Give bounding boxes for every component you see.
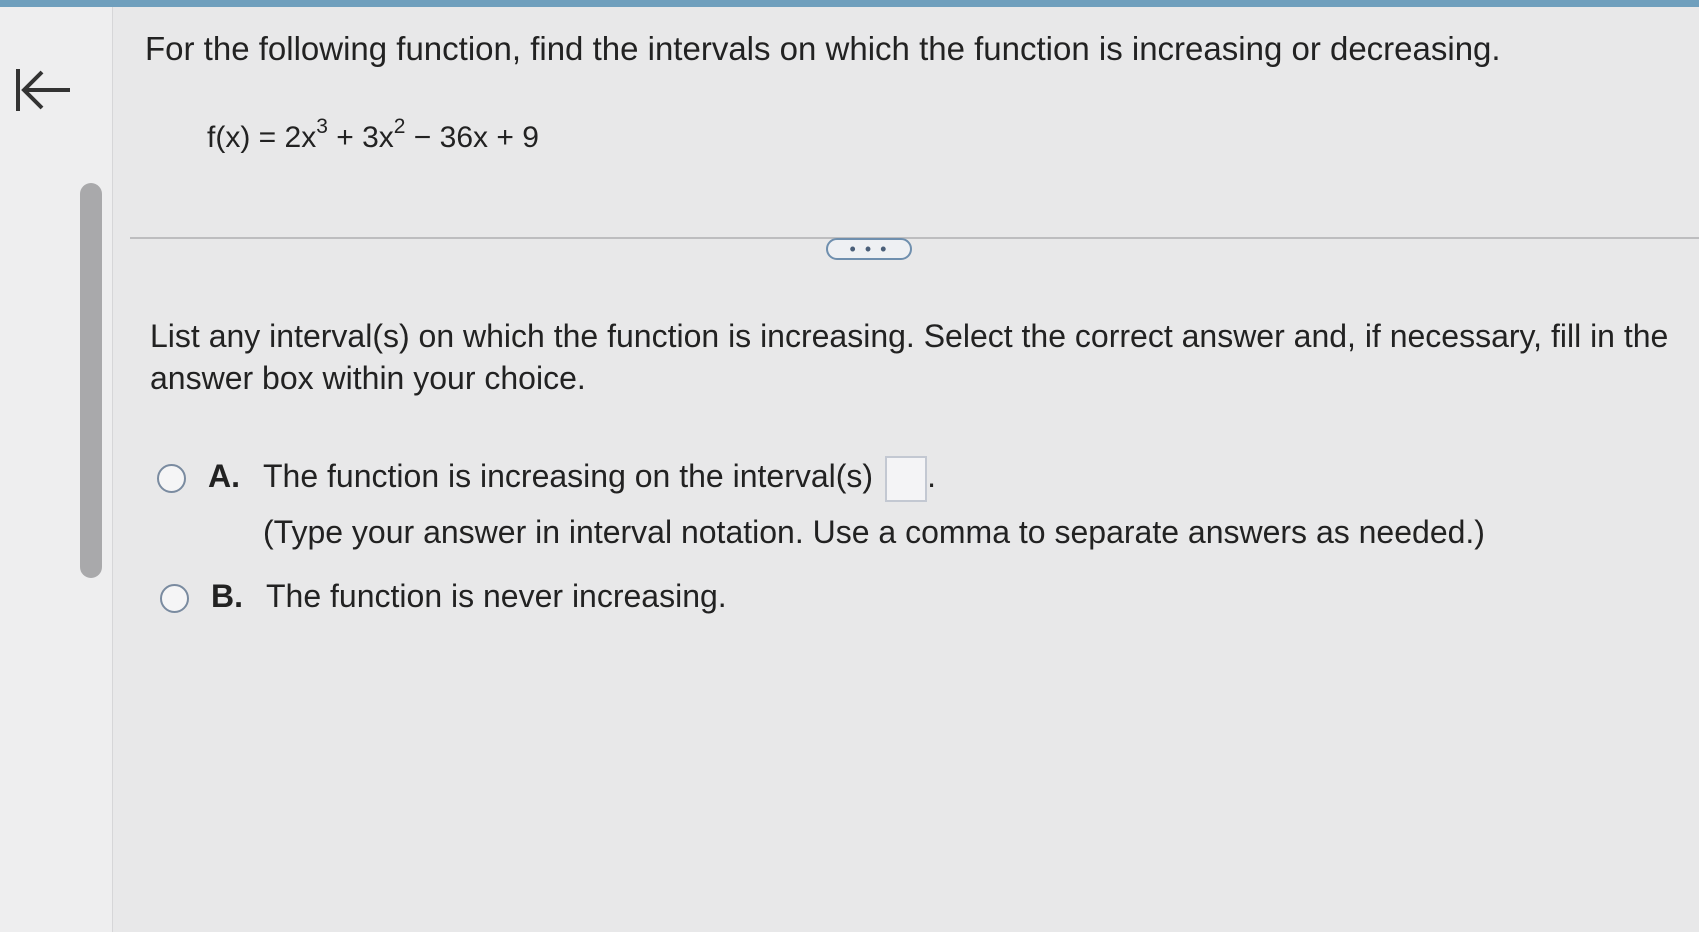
formula-mid: + 3x — [327, 121, 394, 154]
formula-exponent-2: 2 — [393, 115, 406, 138]
back-to-start-icon[interactable] — [14, 65, 74, 117]
formula-exponent-3: 3 — [316, 115, 328, 138]
option-b-text: The function is never increasing. — [266, 578, 727, 614]
option-b[interactable]: B. The function is never increasing. — [160, 578, 727, 624]
answer-input-box[interactable] — [885, 455, 928, 502]
function-formula: f(x) = 2x3 + 3x2 − 36x + 9 — [207, 115, 539, 155]
top-accent-bar — [0, 0, 1699, 7]
section-divider — [130, 237, 1699, 239]
radio-option-b[interactable] — [160, 584, 189, 613]
question-text: For the following function, find the int… — [145, 30, 1501, 67]
option-b-letter: B. — [211, 578, 243, 614]
radio-option-a[interactable] — [157, 464, 186, 493]
scrollbar[interactable] — [80, 183, 102, 578]
option-a-letter: A. — [208, 458, 240, 494]
more-button[interactable]: • • • — [826, 238, 912, 260]
formula-rhs: − 36x + 9 — [405, 121, 539, 154]
instruction-text: List any interval(s) on which the functi… — [150, 318, 1669, 396]
option-a-text: The function is increasing on the interv… — [263, 458, 874, 494]
left-panel — [0, 7, 113, 932]
answer-period: . — [927, 458, 936, 494]
option-a-hint: (Type your answer in interval notation. … — [263, 514, 1485, 550]
option-a-body: The function is increasing on the interv… — [263, 448, 1485, 560]
option-b-body: The function is never increasing. — [266, 568, 727, 624]
option-a[interactable]: A. The function is increasing on the int… — [157, 455, 1485, 560]
formula-lhs: f(x) = 2x — [207, 121, 317, 154]
